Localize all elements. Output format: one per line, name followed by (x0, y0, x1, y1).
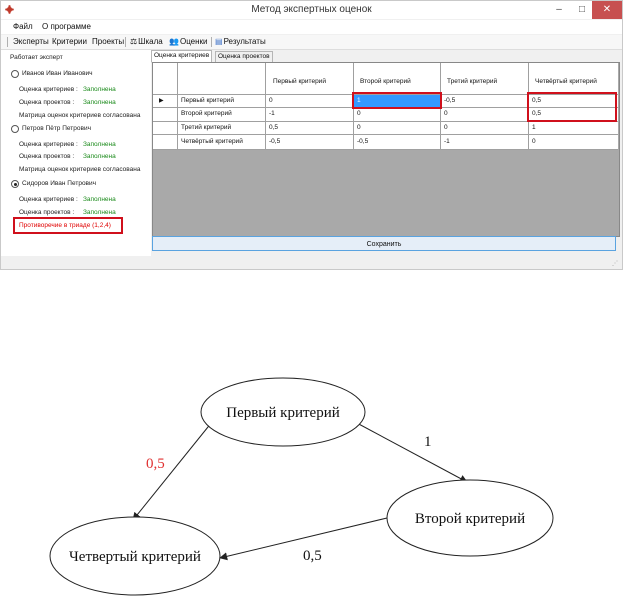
scale-label: Шкала (138, 37, 163, 46)
row-header[interactable]: Третий критерий (179, 124, 231, 131)
close-icon[interactable]: ✕ (592, 1, 622, 19)
consistency-note: Матрица оценок критериев согласована (19, 166, 141, 173)
people-icon: 👥 (169, 37, 179, 46)
cell-highlight-box (352, 92, 442, 109)
app-window: Метод экспертных оценок – □ ✕ Файл О про… (0, 0, 623, 270)
scale-button[interactable]: ⚖Шкала (130, 37, 163, 46)
grid-cell[interactable]: -1 (442, 138, 450, 145)
report-icon: ▤ (215, 37, 223, 46)
save-button[interactable]: Сохранить (152, 236, 616, 251)
minimize-icon[interactable]: – (548, 1, 570, 19)
scales-icon: ⚖ (130, 37, 138, 46)
current-row-arrow-icon: ▶ (159, 98, 164, 104)
expert-radio-ivanov[interactable] (11, 70, 19, 78)
node-label: Второй критерий (415, 511, 525, 527)
menu-bar: Файл О программе (1, 20, 622, 34)
status-value: Заполнена (83, 153, 116, 160)
expert-name: Сидоров Иван Петрович (22, 180, 97, 187)
grid-body: Первый критерий Второй критерий Третий к… (153, 63, 618, 150)
grid-cell[interactable]: -0,5 (355, 138, 368, 145)
criteria-graph-diagram: Первый критерий Второй критерий Четверты… (49, 377, 554, 596)
row-header[interactable]: Второй критерий (179, 110, 232, 117)
expert-radio-sidorov[interactable] (11, 180, 19, 188)
experts-panel: Работает эксперт Иванов Иван Иванович Оц… (1, 50, 151, 256)
column-header[interactable]: Второй критерий (358, 78, 411, 85)
toolbar: Эксперты Критерии Проекты ⚖Шкала 👥Оценки… (1, 35, 622, 50)
node-label: Первый критерий (226, 405, 340, 421)
status-label: Оценка критериев : (19, 86, 78, 93)
menu-file[interactable]: Файл (13, 22, 33, 31)
edge-first-fourth (132, 421, 213, 521)
criteria-button[interactable]: Критерии (52, 37, 87, 46)
criteria-matrix-grid: Первый критерий Второй критерий Третий к… (152, 62, 620, 237)
grid-cell[interactable]: 0 (355, 124, 361, 131)
status-label: Оценка проектов : (19, 99, 75, 106)
title-bar: Метод экспертных оценок – □ ✕ (1, 1, 622, 19)
results-label: Результаты (223, 37, 266, 46)
consistency-note: Матрица оценок критериев согласована (19, 112, 141, 119)
toolbar-grip (7, 37, 8, 47)
ratings-button[interactable]: 👥Оценки (169, 37, 208, 46)
column-header[interactable]: Первый критерий (271, 78, 326, 85)
grid-cell[interactable]: 0 (355, 110, 361, 117)
grid-cell[interactable]: 1 (530, 124, 536, 131)
experts-button[interactable]: Эксперты (13, 37, 49, 46)
toolbar-separator (211, 37, 212, 47)
status-value: Заполнена (83, 196, 116, 203)
ratings-label: Оценки (179, 37, 208, 46)
grid-cell[interactable]: -1 (267, 110, 275, 117)
tab-strip: Оценка критериев Оценка проектов (151, 50, 622, 63)
status-value: Заполнена (83, 141, 116, 148)
maximize-icon[interactable]: □ (571, 1, 593, 19)
edge-label: 1 (424, 434, 432, 450)
projects-button[interactable]: Проекты (92, 37, 124, 46)
panel-heading: Работает эксперт (10, 54, 63, 61)
edge-label-contradiction: 0,5 (146, 456, 165, 472)
grid-cell[interactable]: 0 (530, 138, 536, 145)
status-label: Оценка проектов : (19, 153, 75, 160)
node-label: Четвертый критерий (69, 549, 201, 565)
row-header[interactable]: Четвёртый критерий (179, 138, 243, 145)
column-header[interactable]: Третий критерий (445, 78, 497, 85)
grid-cell[interactable]: 0,5 (267, 124, 278, 131)
resize-grip-icon[interactable]: ⋰ (612, 260, 618, 267)
grid-cell[interactable]: 0 (442, 110, 448, 117)
status-label: Оценка проектов : (19, 209, 75, 216)
status-value: Заполнена (83, 209, 116, 216)
toolbar-separator (125, 37, 126, 47)
edge-first-second (354, 421, 468, 483)
column-header[interactable]: Четвёртый критерий (533, 78, 597, 85)
grid-cell[interactable]: -0,5 (267, 138, 280, 145)
grid-cell[interactable]: 0 (442, 124, 448, 131)
edge-label: 0,5 (303, 548, 322, 564)
expert-name: Иванов Иван Иванович (22, 70, 93, 77)
expert-name: Петров Пётр Петрович (22, 125, 91, 132)
cell-highlight-box (527, 92, 617, 122)
grid-cell[interactable]: 0 (267, 97, 273, 104)
contradiction-highlight (13, 217, 123, 234)
window-title: Метод экспертных оценок (251, 4, 372, 15)
expert-radio-petrov[interactable] (11, 125, 19, 133)
grid-cell[interactable]: -0,5 (442, 97, 455, 104)
status-label: Оценка критериев : (19, 141, 78, 148)
status-value: Заполнена (83, 99, 116, 106)
status-bar: ⋰ (1, 257, 622, 269)
row-header[interactable]: Первый критерий (179, 97, 234, 104)
results-button[interactable]: ▤Результаты (215, 37, 266, 46)
status-value: Заполнена (83, 86, 116, 93)
status-label: Оценка критериев : (19, 196, 78, 203)
menu-about[interactable]: О программе (42, 22, 91, 31)
